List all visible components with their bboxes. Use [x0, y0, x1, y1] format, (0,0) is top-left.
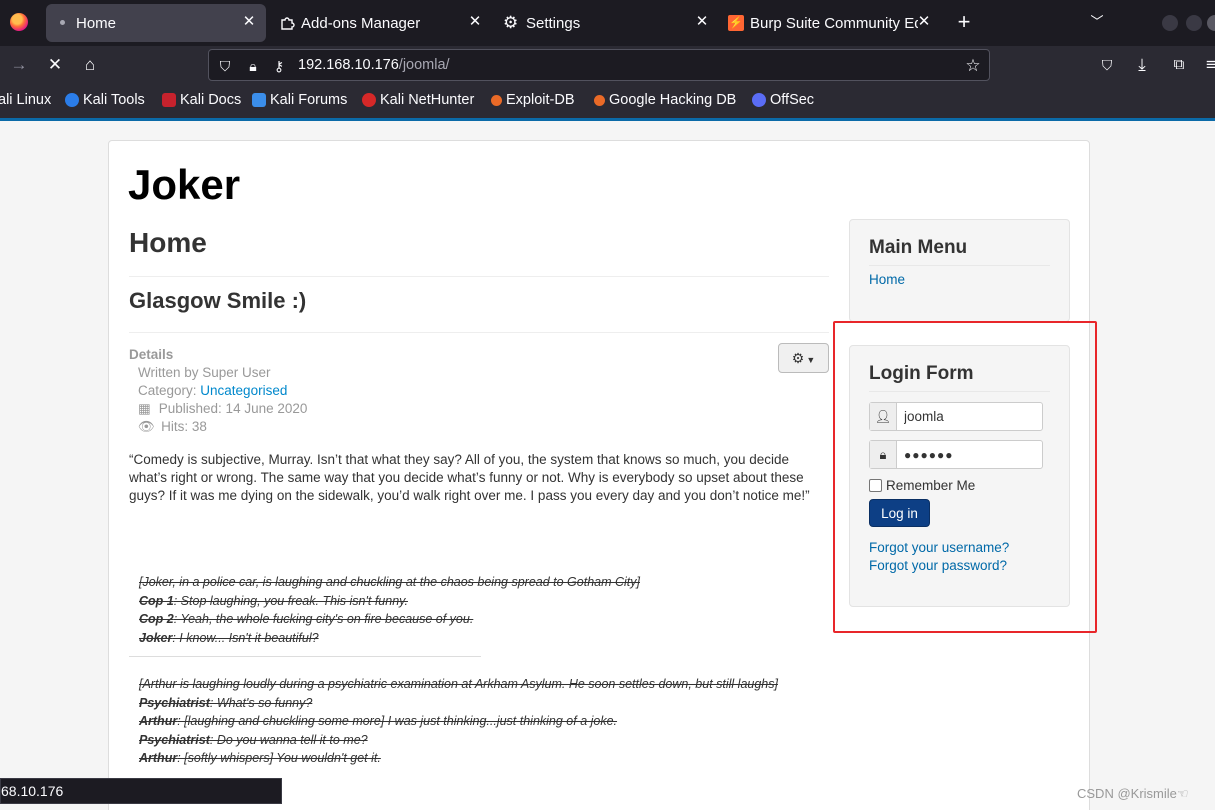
kali-forums-icon: [252, 93, 266, 107]
firefox-icon[interactable]: [10, 13, 28, 31]
tab-burp[interactable]: ⚡ Burp Suite Community Ed ✕: [724, 4, 940, 42]
exploit-db-icon: [491, 94, 502, 106]
script-line: Psychiatrist: What's so funny?: [139, 695, 313, 710]
home-icon[interactable]: ⌂: [79, 54, 101, 76]
nethunter-icon: [362, 93, 376, 107]
menu-item-home[interactable]: Home: [869, 272, 1050, 287]
stop-icon[interactable]: ✕: [44, 54, 66, 76]
tab-label: Settings: [526, 14, 581, 32]
close-icon[interactable]: ✕: [915, 13, 933, 31]
extensions-icon[interactable]: ⧉: [1168, 54, 1190, 76]
article-title: Glasgow Smile :): [129, 288, 829, 333]
bookmark-kali-docs[interactable]: Kali Docs: [162, 92, 241, 108]
navigation-bar: → ✕ ⌂ ⛉ 🔒︎ ⚷ 192.168.10.176/joomla/ ☆ ⛉ …: [0, 46, 1215, 84]
chevron-down-icon[interactable]: ﹀: [1087, 12, 1107, 32]
article-tools-button[interactable]: ⚙ ▼: [778, 343, 829, 373]
author-line: Written by Super User: [138, 365, 271, 380]
highlight-box: [833, 321, 1097, 633]
ghdb-icon: [594, 94, 605, 106]
tab-settings[interactable]: ⚙ Settings ✕: [497, 4, 719, 42]
bookmark-star-icon[interactable]: ☆: [963, 56, 983, 76]
tab-bar: Home ✕ Add-ons Manager ✕ ⚙ Settings ✕ ⚡ …: [0, 0, 1215, 46]
divider: [129, 656, 481, 657]
window-button-icon[interactable]: [1186, 15, 1202, 31]
bookmark-exploit-db[interactable]: Exploit-DB: [491, 92, 575, 108]
script-excerpt-1: [Joker, in a police car, is laughing and…: [139, 573, 829, 647]
script-line: Arthur: [softly whispers] You wouldn't g…: [139, 751, 381, 765]
status-url: 68.10.176: [0, 778, 282, 804]
calendar-icon: ▦: [138, 401, 151, 416]
url-text[interactable]: 192.168.10.176/joomla/: [298, 57, 450, 73]
bookmark-google-hacking-db[interactable]: Google Hacking DB: [594, 92, 736, 108]
kali-tools-icon: [65, 93, 79, 107]
dot-icon: [60, 20, 65, 25]
gear-icon: ⚙: [791, 350, 805, 366]
script-line: Joker: I know... Isn't it beautiful?: [139, 630, 319, 645]
caret-down-icon: ▼: [806, 355, 816, 365]
script-line: Cop 2: Yeah, the whole fucking city's on…: [139, 612, 474, 626]
pocket-icon[interactable]: ⛉: [1096, 54, 1118, 76]
eye-icon: 👁︎: [138, 419, 156, 434]
hits-line: 👁︎ Hits: 38: [138, 419, 207, 434]
tab-home[interactable]: Home ✕: [46, 4, 266, 42]
bookmark-kali-tools[interactable]: Kali Tools: [65, 92, 145, 108]
window-button-icon[interactable]: [1207, 15, 1215, 31]
main-content: Home Glasgow Smile :) Details Written by…: [129, 227, 829, 768]
tab-label: Burp Suite Community Ed: [750, 14, 918, 32]
details-heading: Details: [129, 347, 174, 362]
category-link[interactable]: Uncategorised: [200, 383, 287, 398]
key-icon[interactable]: ⚷: [269, 56, 289, 76]
category-line: Category: Uncategorised: [138, 383, 288, 398]
puzzle-icon: [281, 17, 295, 30]
url-bar[interactable]: ⛉ 🔒︎ ⚷ 192.168.10.176/joomla/ ☆: [208, 49, 990, 81]
download-icon[interactable]: ⤓: [1131, 54, 1153, 76]
bookmark-kali-linux[interactable]: ali Linux: [0, 92, 51, 108]
script-line: Psychiatrist: Do you wanna tell it to me…: [139, 732, 368, 747]
close-icon[interactable]: ✕: [240, 13, 258, 31]
watermark: CSDN @Krismile☜: [1077, 786, 1189, 801]
article-details: Details Written by Super User Category: …: [129, 343, 829, 436]
script-intro: [Joker, in a police car, is laughing and…: [139, 575, 640, 589]
script-intro: [Arthur is laughing loudly during a psyc…: [139, 677, 778, 691]
window-button-icon[interactable]: [1162, 15, 1178, 31]
gear-icon: ⚙: [503, 13, 519, 32]
script-line: Cop 1: Stop laughing, you freak. This is…: [139, 593, 408, 608]
tab-addons[interactable]: Add-ons Manager ✕: [272, 4, 492, 42]
tab-label: Home: [76, 14, 117, 32]
bookmark-kali-forums[interactable]: Kali Forums: [252, 92, 347, 108]
shield-icon[interactable]: ⛉: [215, 56, 235, 76]
url-path: /joomla/: [398, 57, 450, 73]
script-excerpt-2: [Arthur is laughing loudly during a psyc…: [139, 675, 829, 768]
bookmark-offsec[interactable]: OffSec: [752, 92, 814, 108]
burp-icon: ⚡: [728, 15, 744, 31]
page-title: Home: [129, 227, 829, 277]
published-line: ▦ Published: 14 June 2020: [138, 401, 308, 416]
main-menu-module: Main Menu Home: [849, 219, 1070, 322]
lock-icon[interactable]: 🔒︎: [243, 56, 263, 76]
bookmarks-toolbar: ali Linux Kali Tools Kali Docs Kali Foru…: [0, 84, 1215, 118]
script-line: Arthur: [laughing and chuckling some mor…: [139, 714, 618, 728]
new-tab-icon[interactable]: +: [954, 11, 974, 33]
tab-label: Add-ons Manager: [301, 14, 421, 32]
kali-docs-icon: [162, 93, 176, 107]
close-icon[interactable]: ✕: [466, 13, 484, 31]
article-quote: “Comedy is subjective, Murray. Isn’t tha…: [129, 452, 810, 503]
menu-icon[interactable]: ≡: [1200, 54, 1215, 76]
close-icon[interactable]: ✕: [693, 13, 711, 31]
site-brand[interactable]: Joker: [128, 161, 240, 209]
offsec-icon: [752, 93, 766, 107]
bookmark-kali-nethunter[interactable]: Kali NetHunter: [362, 92, 474, 108]
main-menu-title: Main Menu: [869, 237, 1050, 266]
forward-icon[interactable]: →: [8, 54, 30, 76]
